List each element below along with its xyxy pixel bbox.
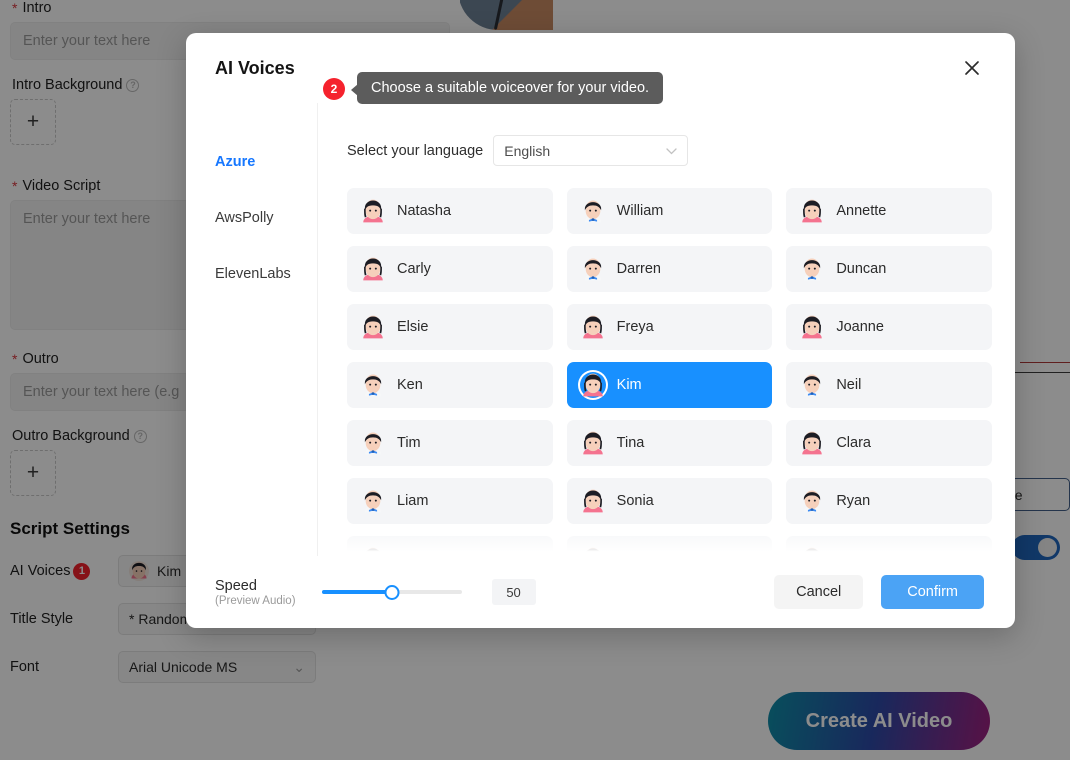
voice-name: Freya: [616, 319, 654, 335]
voice-card-natasha[interactable]: Natasha: [347, 188, 553, 234]
voice-card-ken[interactable]: Ken: [347, 362, 553, 408]
voice-name: Tim: [397, 435, 421, 451]
voice-name: Natasha: [397, 203, 452, 219]
voice-name: Annette: [836, 203, 887, 219]
avatar-male-icon: [360, 488, 386, 514]
voice-card-liam[interactable]: Liam: [347, 478, 553, 524]
avatar-female-icon: [580, 314, 606, 340]
avatar-male-icon: [580, 256, 606, 282]
avatar-female-icon: [580, 372, 606, 398]
speed-label-block: Speed (Preview Audio): [215, 578, 296, 607]
language-row: 2 Choose a suitable voiceover for your v…: [318, 72, 1015, 166]
app-root: * Intro Enter your text here Intro Backg…: [0, 0, 1070, 760]
voice-list-scroll-area[interactable]: Natasha William Annette Carly Darren Duncan El…: [318, 166, 1015, 556]
voice-card[interactable]: [786, 536, 992, 556]
avatar-female-icon: [360, 256, 386, 282]
voice-name: Elsie: [397, 319, 429, 335]
voice-name: Duncan: [836, 261, 887, 277]
voice-name: Darren: [616, 261, 661, 277]
language-selected-value: English: [504, 142, 551, 159]
confirm-button[interactable]: Confirm: [881, 575, 984, 609]
avatar-male-icon: [799, 372, 825, 398]
provider-tab-list: Azure AwsPolly ElevenLabs: [186, 103, 318, 556]
onboarding-tooltip: Choose a suitable voiceover for your vid…: [350, 72, 664, 104]
voice-name: Clara: [836, 435, 871, 451]
avatar-female-icon: [799, 430, 825, 456]
chevron-down-icon: [666, 144, 677, 158]
avatar-female-icon: [799, 314, 825, 340]
voice-name: Ryan: [836, 493, 871, 509]
speed-value-box: 50: [491, 579, 536, 605]
voice-name: William: [616, 203, 664, 219]
avatar-male-icon: [580, 198, 606, 224]
voice-card-darren[interactable]: Darren: [566, 246, 773, 292]
preview-audio-hint: (Preview Audio): [215, 594, 296, 607]
provider-tab-awspolly[interactable]: AwsPolly: [186, 190, 317, 246]
provider-tab-elevenlabs[interactable]: ElevenLabs: [186, 246, 317, 302]
voice-card-freya[interactable]: Freya: [566, 304, 773, 350]
voice-name: Tina: [616, 435, 645, 451]
dialog-title: AI Voices: [215, 57, 295, 78]
voice-card-neil[interactable]: Neil: [786, 362, 992, 408]
voice-card-elsie[interactable]: Elsie: [347, 304, 553, 350]
voice-card-sonia[interactable]: Sonia: [566, 478, 773, 524]
avatar-female-icon: [799, 546, 825, 556]
dialog-footer: Speed (Preview Audio) 50 Cancel Confirm: [186, 556, 1015, 628]
voice-name: Carly: [397, 261, 431, 277]
slider-handle[interactable]: [384, 584, 400, 600]
avatar-male-icon: [360, 430, 386, 456]
provider-tab-azure[interactable]: Azure: [186, 134, 317, 190]
voice-card-annette[interactable]: Annette: [786, 188, 992, 234]
voice-card[interactable]: [566, 536, 773, 556]
voice-card-clara[interactable]: Clara: [786, 420, 992, 466]
voice-card-duncan[interactable]: Duncan: [786, 246, 992, 292]
voice-card-kim[interactable]: Kim: [566, 362, 773, 408]
footer-actions: Cancel Confirm: [774, 575, 984, 609]
avatar-male-icon: [799, 256, 825, 282]
language-label: Select your language: [347, 142, 484, 159]
avatar-female-icon: [580, 430, 606, 456]
avatar-female-icon: [360, 198, 386, 224]
voice-name: Joanne: [836, 319, 884, 335]
voice-card[interactable]: [347, 536, 553, 556]
avatar-female-icon: [360, 546, 386, 556]
voice-name: Ken: [397, 377, 423, 393]
voice-card-william[interactable]: William: [566, 188, 773, 234]
voice-grid: Natasha William Annette Carly Darren Duncan El…: [347, 188, 992, 556]
close-icon[interactable]: [957, 53, 987, 83]
language-select[interactable]: English: [493, 135, 689, 166]
avatar-female-icon: [580, 488, 606, 514]
voice-card-carly[interactable]: Carly: [347, 246, 553, 292]
voice-name: Neil: [836, 377, 862, 393]
voice-selection-pane: 2 Choose a suitable voiceover for your v…: [318, 72, 1015, 556]
speed-slider[interactable]: [321, 583, 462, 601]
step-badge-2: 2: [323, 78, 345, 100]
avatar-female-icon: [580, 546, 606, 556]
avatar-male-icon: [799, 488, 825, 514]
ai-voices-dialog: AI Voices Azure AwsPolly ElevenLabs 2 Ch…: [186, 33, 1015, 628]
dialog-body: Azure AwsPolly ElevenLabs 2 Choose a sui…: [186, 72, 1015, 556]
avatar-female-icon: [799, 198, 825, 224]
voice-card-ryan[interactable]: Ryan: [786, 478, 992, 524]
voice-name: Sonia: [616, 493, 654, 509]
voice-card-tim[interactable]: Tim: [347, 420, 553, 466]
voice-card-tina[interactable]: Tina: [566, 420, 773, 466]
speed-label: Speed: [215, 577, 257, 594]
cancel-button[interactable]: Cancel: [774, 575, 864, 609]
avatar-female-icon: [360, 314, 386, 340]
voice-name: Liam: [397, 493, 429, 509]
avatar-male-icon: [360, 372, 386, 398]
slider-fill: [321, 590, 392, 594]
voice-name: Kim: [616, 377, 642, 393]
voice-card-joanne[interactable]: Joanne: [786, 304, 992, 350]
